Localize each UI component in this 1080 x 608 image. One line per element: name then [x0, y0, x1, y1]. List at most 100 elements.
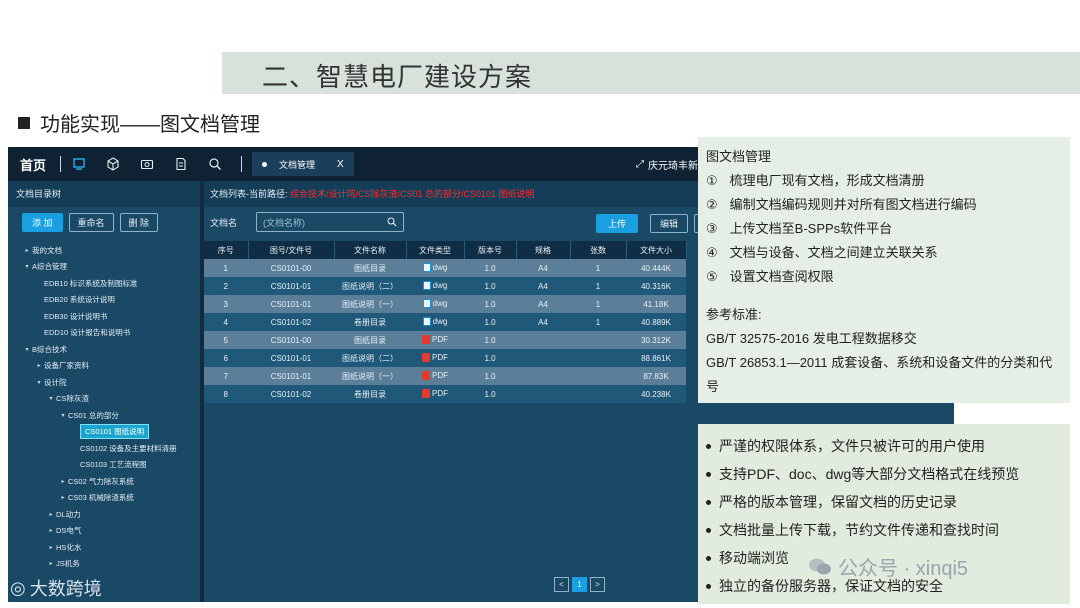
table-header-row: 序号 图号/文件号 文件名称 文件类型 版本号 规格 张数 文件大小 [204, 241, 687, 259]
column-header[interactable]: 版本号 [464, 241, 517, 259]
cell-no: 5 [204, 331, 248, 349]
table-row[interactable]: 7 CS0101-01 图纸说明（一） PDF 1.0 87.83K [204, 367, 686, 385]
file-type-label: PDF [432, 370, 448, 380]
tree-node[interactable]: CS0103 工艺流程图 [8, 457, 200, 474]
expand-icon: ⤢ [636, 159, 644, 170]
tree-node[interactable]: ▸ CS03 机械除渣系统 [8, 490, 200, 507]
tree-node[interactable]: EDB10 标识系统及制图标准 [8, 275, 200, 292]
table-row[interactable]: 3 CS0101-01 图纸说明（一） dwg 1.0 A4 1 41.18K [204, 295, 686, 313]
column-header[interactable]: 张数 [570, 241, 627, 259]
column-header[interactable]: 规格 [516, 241, 571, 259]
file-type-label: dwg [432, 280, 448, 290]
cell-no: 4 [204, 313, 248, 331]
tree-node[interactable]: ▾ CS01 总的部分 [8, 407, 200, 424]
tree-node[interactable]: ▸ HS化水 [8, 539, 200, 556]
tree-panel-title: 文档目录树 [8, 181, 200, 207]
tree-node[interactable]: ▸ DS电气 [8, 523, 200, 540]
table-row[interactable]: 4 CS0101-02 卷册目录 dwg 1.0 A4 1 40.889K [204, 313, 686, 331]
upload-button[interactable]: 上传 [596, 214, 639, 233]
info-item-text: 梳理电厂现有文档，形成文档清册 [729, 173, 925, 188]
document-tree: ▸ 我的文档 ▾ A综合管理 EDB10 标识系统及制图标准 EDB20 系统设计说明 ED… [8, 238, 200, 572]
bullet-icon [706, 527, 711, 533]
column-header[interactable]: 文件大小 [626, 241, 687, 259]
next-page-button[interactable]: > [590, 577, 605, 592]
tree-node[interactable]: ▸ 设备厂家资料 [8, 358, 200, 375]
table-row[interactable]: 8 CS0101-02 卷册目录 PDF 1.0 40.238K [204, 385, 686, 403]
document-icon[interactable] [173, 156, 189, 172]
edit-button[interactable]: 编辑 [650, 214, 689, 233]
search-icon[interactable] [207, 156, 223, 172]
cell-code: CS0101-01 [248, 295, 334, 313]
caret-down-icon[interactable]: ▾ [58, 412, 68, 419]
table-row[interactable]: 5 CS0101-00 图纸目录 PDF 1.0 30.312K [204, 331, 686, 349]
feature-text: 文档批量上传下载，节约文件传递和查找时间 [719, 522, 999, 538]
tree-node[interactable]: ▾ B综合技术 [8, 341, 200, 358]
watermark-logo-icon: ◎ [10, 577, 26, 598]
caret-right-icon[interactable]: ▸ [46, 527, 56, 534]
file-type-label: PDF [432, 388, 448, 398]
slide-title-bar: 二、智慧电厂建设方案 [222, 52, 1080, 94]
column-header[interactable]: 序号 [204, 241, 249, 259]
rename-button[interactable]: 重命名 [68, 213, 114, 232]
tree-node[interactable]: CS0102 设备及主要材料清册 [8, 440, 200, 457]
cell-no: 2 [204, 277, 248, 295]
tree-node[interactable]: ▸ JS机务 [8, 556, 200, 573]
caret-right-icon[interactable]: ▸ [46, 560, 56, 567]
page-1-button[interactable]: 1 [572, 577, 587, 592]
tree-node-label: EDB20 系统设计说明 [44, 295, 115, 305]
reference-title: 参考标准: [706, 307, 762, 322]
caret-right-icon[interactable]: ▸ [22, 247, 32, 254]
caret-down-icon[interactable]: ▾ [46, 395, 56, 402]
cell-ver: 1.0 [464, 367, 516, 385]
caret-down-icon[interactable]: ▾ [22, 346, 32, 353]
delete-button[interactable]: 删 除 [119, 213, 159, 232]
caret-right-icon[interactable]: ▸ [34, 362, 44, 369]
caret-down-icon[interactable]: ▾ [22, 263, 32, 270]
prev-page-button[interactable]: < [554, 577, 569, 592]
tree-node[interactable]: EDB20 系统设计说明 [8, 292, 200, 309]
feature-text: 严格的版本管理，保留文档的历史记录 [719, 494, 957, 510]
cell-pages [570, 331, 626, 349]
caret-down-icon[interactable]: ▾ [34, 379, 44, 386]
table-row[interactable]: 1 CS0101-00 图纸目录 dwg 1.0 A4 1 40.444K [204, 259, 686, 277]
camera-icon[interactable] [139, 156, 155, 172]
feature-text: 严谨的权限体系，文件只被许可的用户使用 [719, 438, 985, 454]
caret-right-icon[interactable]: ▸ [46, 544, 56, 551]
cell-pages: 1 [570, 313, 626, 331]
caret-right-icon[interactable]: ▸ [46, 511, 56, 518]
bullet-icon [706, 499, 711, 505]
tree-node-label: CS0103 工艺流程图 [80, 460, 147, 470]
add-button[interactable]: 添 加 [22, 213, 63, 232]
tree-node[interactable]: ▾ CS除灰渣 [8, 391, 200, 408]
caret-right-icon[interactable]: ▸ [58, 494, 68, 501]
tree-node[interactable]: ▾ A综合管理 [8, 259, 200, 276]
tree-node[interactable]: ▾ 设计院 [8, 374, 200, 391]
tree-node[interactable]: ▸ 我的文档 [8, 242, 200, 259]
tree-node[interactable]: EDB30 设计说明书 [8, 308, 200, 325]
tree-node[interactable]: ▸ CS02 气力除灰系统 [8, 473, 200, 490]
table-row[interactable]: 2 CS0101-01 图纸说明（二） dwg 1.0 A4 1 40.316K [204, 277, 686, 295]
tab-close-icon[interactable]: X [337, 159, 344, 170]
tree-node[interactable]: ▸ DL动力 [8, 506, 200, 523]
tree-node[interactable]: EDD10 设计报告和说明书 [8, 325, 200, 342]
caret-right-icon[interactable]: ▸ [58, 478, 68, 485]
cell-no: 1 [204, 259, 248, 277]
column-header[interactable]: 文件类型 [406, 241, 465, 259]
monitor-icon[interactable] [71, 156, 87, 172]
search-icon[interactable] [387, 217, 397, 227]
user-menu[interactable]: ⤢ 庆元琦丰新 [636, 157, 698, 172]
bullet-icon [706, 555, 711, 561]
column-header[interactable]: 图号/文件号 [248, 241, 335, 259]
cube-icon[interactable] [105, 156, 121, 172]
search-input[interactable]: (文档名称) [256, 212, 404, 232]
tree-node-label: CS0101 图纸说明 [80, 424, 150, 440]
cell-code: CS0101-01 [248, 349, 334, 367]
table-row[interactable]: 6 CS0101-01 图纸说明（二） PDF 1.0 88.861K [204, 349, 686, 367]
tree-node[interactable]: CS0101 图纸说明 [8, 424, 200, 441]
column-header[interactable]: 文件名称 [334, 241, 407, 259]
cell-code: CS0101-00 [248, 259, 334, 277]
home-link[interactable]: 首页 [20, 155, 46, 174]
cell-code: CS0101-01 [248, 367, 334, 385]
tab-document-management[interactable]: 文档管理 X [252, 152, 354, 176]
info-item-text: 上传文档至B-SPPs软件平台 [729, 221, 893, 236]
